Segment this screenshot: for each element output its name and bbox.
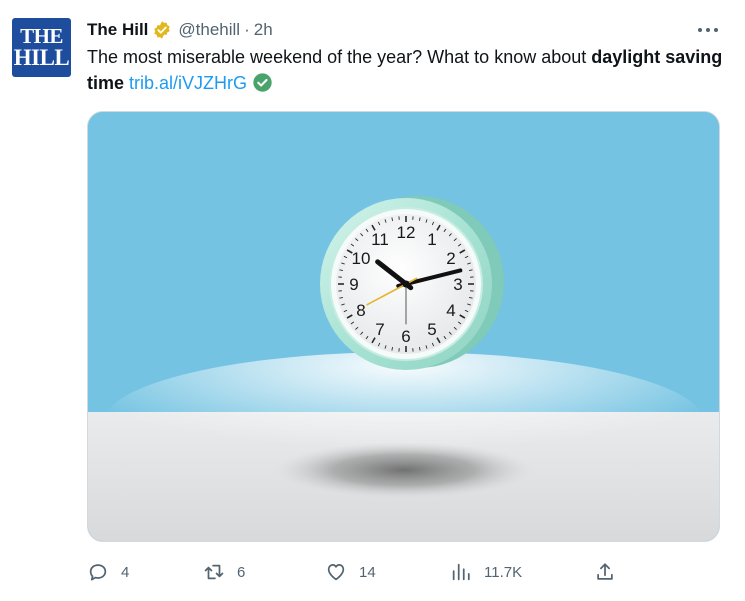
clock-center-pin — [402, 280, 410, 288]
more-dot — [698, 28, 702, 32]
check-circle-icon — [252, 72, 273, 93]
clock-numeral: 9 — [349, 275, 358, 294]
more-dot — [706, 28, 710, 32]
post-time[interactable]: 2h — [254, 20, 273, 40]
clock-numeral: 6 — [401, 327, 410, 346]
reply-count: 4 — [121, 563, 130, 581]
views-count: 11.7K — [484, 563, 523, 581]
tweet-header: The Hill @thehill · 2h — [87, 18, 273, 42]
share-icon — [597, 563, 613, 580]
account-name[interactable]: The Hill — [87, 20, 148, 40]
tweet-text-plain: The most miserable weekend of the year? … — [87, 47, 592, 67]
clock-numeral: 4 — [446, 301, 455, 320]
clock-numeral: 1 — [427, 230, 436, 249]
avatar-line-2: HILL — [13, 44, 70, 70]
views-button[interactable]: 11.7K — [450, 558, 522, 586]
media-image[interactable]: 12 1 2 3 4 5 6 7 8 9 10 11 — [87, 111, 720, 542]
account-handle[interactable]: @thehill — [178, 20, 240, 40]
more-dot — [714, 28, 718, 32]
more-options-icon[interactable] — [696, 22, 720, 38]
clock-numeral: 8 — [356, 301, 365, 320]
action-bar: 4 6 14 11.7K — [87, 558, 727, 586]
alarm-clock-image: 12 12 3 45678 9 1011 — [88, 112, 719, 541]
clock-numeral: 5 — [427, 320, 436, 339]
repost-button[interactable]: 6 — [203, 558, 245, 586]
like-count: 14 — [359, 563, 376, 581]
clock-numeral: 11 — [371, 230, 389, 249]
views-icon — [452, 563, 470, 581]
clock-numeral: 2 — [446, 249, 455, 268]
like-button[interactable]: 14 — [325, 558, 376, 586]
tweet[interactable]: THE HILL The Hill @thehill · 2h The most… — [0, 0, 745, 601]
separator-dot: · — [244, 20, 250, 39]
tweet-text: The most miserable weekend of the year? … — [87, 44, 727, 96]
reply-icon — [89, 564, 107, 581]
share-button[interactable] — [594, 558, 616, 586]
avatar[interactable]: THE HILL — [12, 18, 71, 77]
tweet-link[interactable]: trib.al/iVJZHrG — [129, 73, 247, 93]
avatar-line-1: THE — [20, 24, 63, 49]
clock-numeral: 10 — [352, 249, 371, 268]
clock-numeral: 7 — [375, 320, 384, 339]
verified-badge-icon[interactable] — [152, 20, 172, 40]
repost-icon — [204, 564, 224, 580]
clock-numeral: 12 — [397, 223, 416, 242]
heart-icon — [327, 563, 345, 581]
clock-numeral: 3 — [453, 275, 462, 294]
repost-count: 6 — [237, 563, 246, 581]
reply-button[interactable]: 4 — [87, 558, 129, 586]
